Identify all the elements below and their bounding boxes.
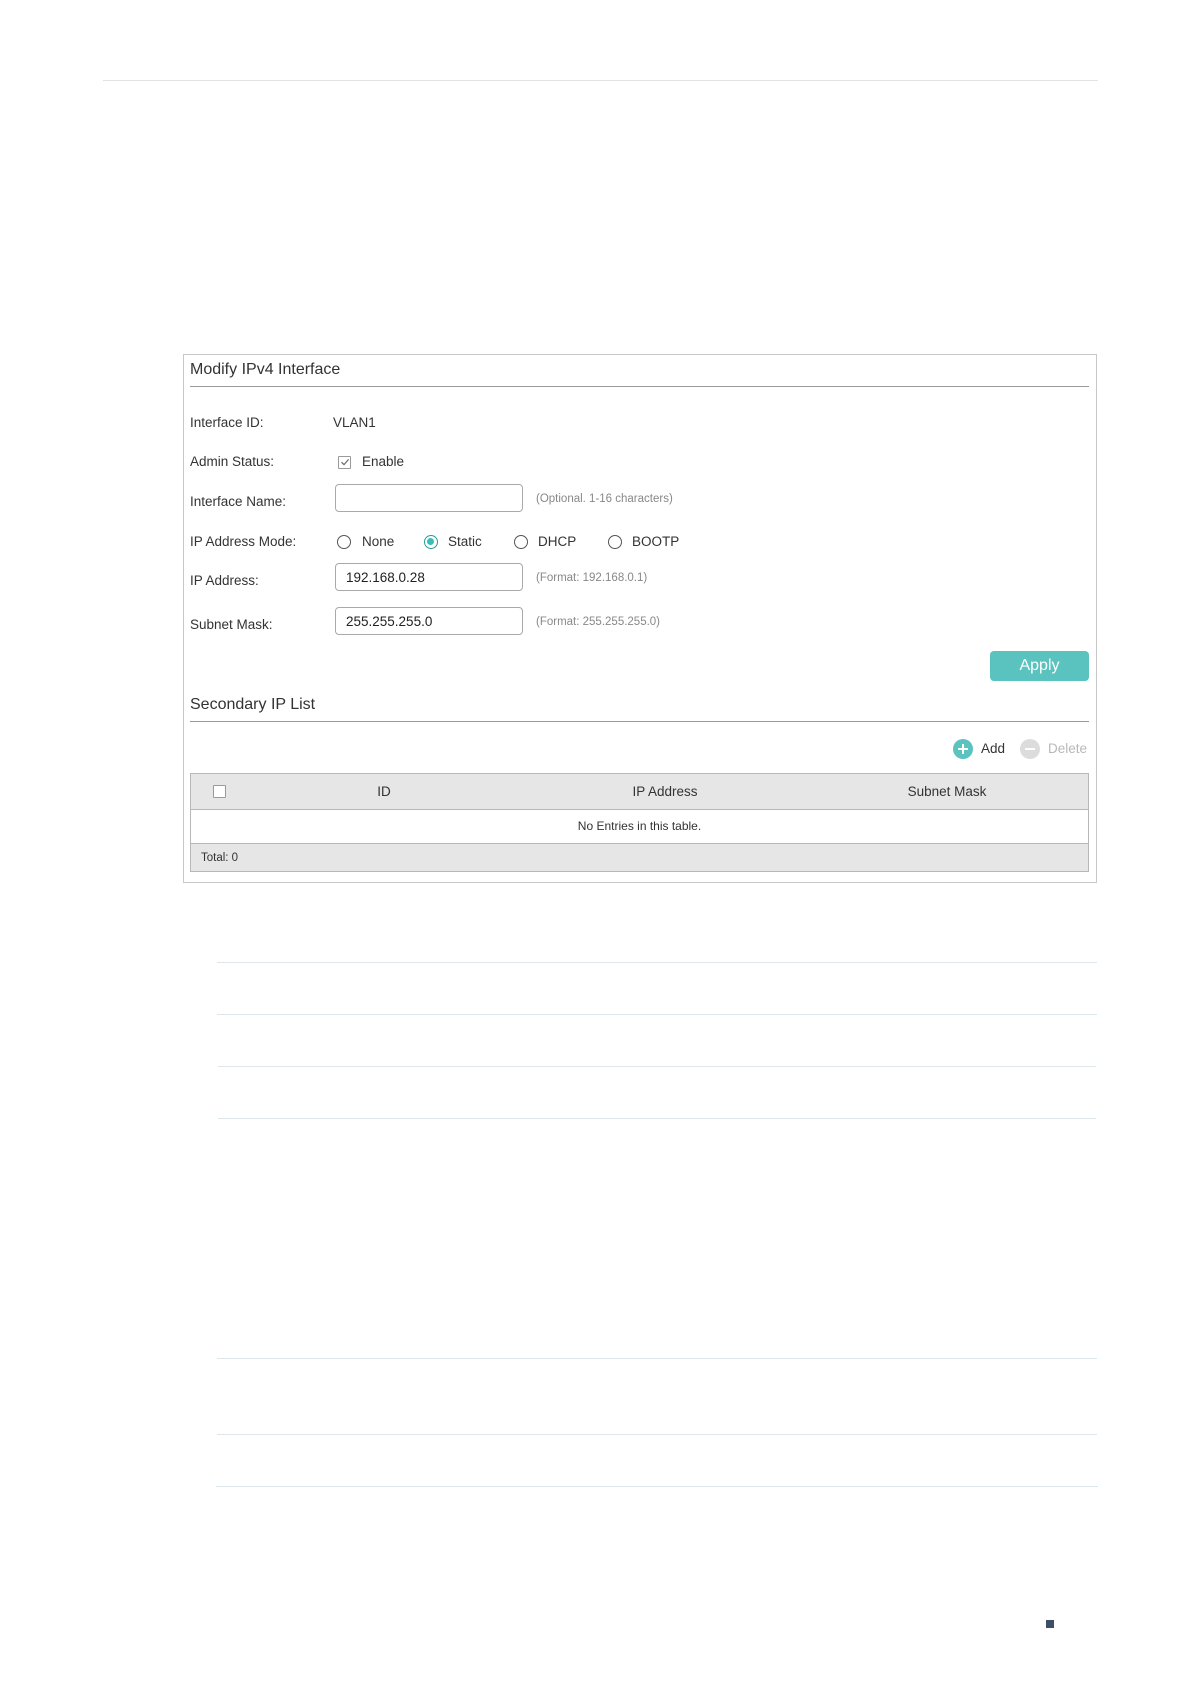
secondary-divider xyxy=(190,721,1089,722)
admin-status-label: Admin Status: xyxy=(190,454,275,469)
ip-address-label: IP Address: xyxy=(190,573,259,588)
radio-none-label: None xyxy=(362,534,395,549)
radio-dhcp-label: DHCP xyxy=(538,534,577,549)
title-divider xyxy=(190,386,1089,387)
doc-table-rule xyxy=(217,1434,1097,1435)
radio-static[interactable] xyxy=(424,535,438,549)
radio-dhcp[interactable] xyxy=(514,535,528,549)
total-count: Total: 0 xyxy=(201,852,239,864)
column-ip-address: IP Address xyxy=(632,784,698,799)
subnet-mask-hint: (Format: 255.255.255.0) xyxy=(536,616,661,628)
interface-id-value: VLAN1 xyxy=(333,415,376,430)
subnet-mask-input[interactable] xyxy=(335,607,523,635)
doc-table-rule xyxy=(216,1486,1098,1487)
doc-table-rule xyxy=(218,1118,1096,1119)
admin-status-enable-label: Enable xyxy=(362,454,405,469)
minus-circle-icon xyxy=(1020,739,1040,759)
modify-ipv4-interface-panel: Modify IPv4 Interface Interface ID: VLAN… xyxy=(183,354,1097,883)
interface-name-hint: (Optional. 1-16 characters) xyxy=(536,493,673,505)
column-subnet-mask: Subnet Mask xyxy=(907,784,987,799)
radio-bootp[interactable] xyxy=(608,535,622,549)
interface-name-label: Interface Name: xyxy=(190,494,287,509)
doc-table-rule xyxy=(217,1358,1097,1359)
apply-button[interactable]: Apply xyxy=(990,651,1089,681)
doc-table-rule xyxy=(218,1066,1096,1067)
ip-mode-label: IP Address Mode: xyxy=(190,534,297,549)
column-id: ID xyxy=(377,784,391,799)
select-all-checkbox[interactable] xyxy=(213,785,226,798)
secondary-ip-table: ID IP Address Subnet Mask No Entries in … xyxy=(190,773,1089,872)
subnet-mask-label: Subnet Mask: xyxy=(190,617,273,632)
admin-status-checkbox[interactable] xyxy=(338,456,351,469)
empty-table-message: No Entries in this table. xyxy=(191,809,1088,844)
ip-address-hint: (Format: 192.168.0.1) xyxy=(536,572,648,584)
radio-static-label: Static xyxy=(448,534,482,549)
radio-none[interactable] xyxy=(337,535,351,549)
table-footer: Total: 0 xyxy=(191,844,1088,871)
delete-label: Delete xyxy=(1048,741,1088,756)
doc-table-rule xyxy=(217,962,1097,963)
page-marker xyxy=(1046,1620,1054,1628)
header-rule xyxy=(103,80,1098,81)
checkmark-icon xyxy=(341,459,350,466)
doc-table-rule xyxy=(217,1014,1097,1015)
radio-bootp-label: BOOTP xyxy=(632,534,680,549)
secondary-ip-title: Secondary IP List xyxy=(190,696,316,713)
interface-name-input[interactable] xyxy=(335,484,523,512)
ip-address-input[interactable] xyxy=(335,563,523,591)
panel-title: Modify IPv4 Interface xyxy=(190,361,341,378)
add-label: Add xyxy=(981,741,1006,756)
interface-id-label: Interface ID: xyxy=(190,415,264,430)
plus-circle-icon xyxy=(953,739,973,759)
table-header: ID IP Address Subnet Mask xyxy=(191,774,1088,810)
